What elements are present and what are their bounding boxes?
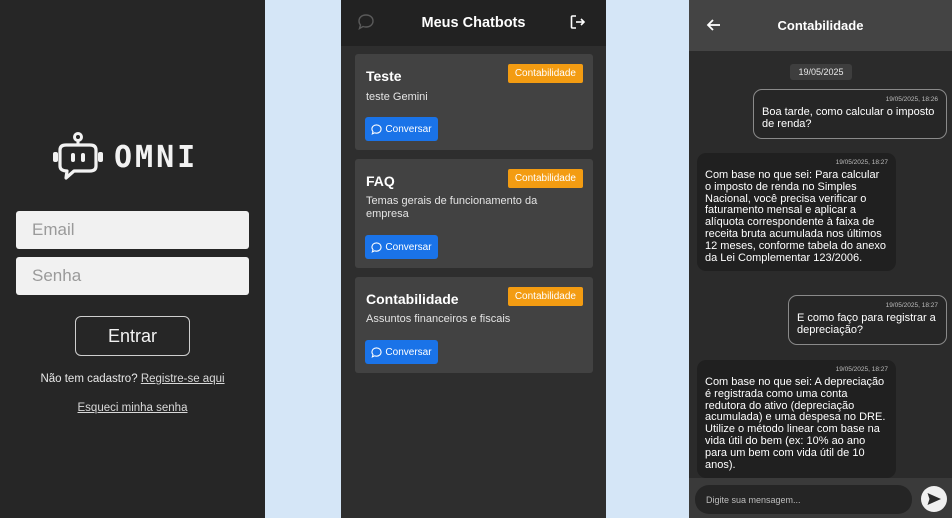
email-field[interactable]: [16, 211, 249, 249]
page-title: Meus Chatbots: [421, 15, 526, 31]
send-icon: [927, 493, 941, 505]
category-badge: Contabilidade: [507, 64, 583, 83]
message-text: Boa tarde, como calcular o imposto de re…: [762, 106, 935, 130]
password-field[interactable]: [16, 257, 249, 295]
conversar-button[interactable]: Conversar: [365, 340, 438, 364]
logout-icon[interactable]: [568, 12, 588, 32]
chatbot-card: Contabilidade Contabilidade Assuntos fin…: [355, 277, 593, 373]
send-button[interactable]: [921, 486, 947, 512]
message-text: E como faço para registrar a depreciação…: [797, 312, 936, 336]
message-composer: [689, 478, 952, 518]
message-text: Com base no que sei: Para calcular o imp…: [705, 169, 887, 264]
signup-row: Não tem cadastro? Registre-se aqui: [0, 373, 265, 385]
chat-bubble-icon: [356, 12, 376, 32]
chatbot-name: Contabilidade: [366, 291, 459, 307]
chatbot-name: Teste: [366, 68, 402, 84]
chatbot-description: teste Gemini: [366, 91, 428, 103]
conversar-button[interactable]: Conversar: [365, 117, 438, 141]
chatbot-name: FAQ: [366, 173, 395, 189]
message-icon: [371, 123, 383, 135]
conversar-label: Conversar: [385, 346, 432, 358]
chatbots-screen: Meus Chatbots Teste Contabilidade teste …: [341, 0, 606, 518]
chat-screen: Contabilidade 19/05/2025 19/05/2025, 18:…: [689, 0, 952, 518]
chatbot-card: FAQ Contabilidade Temas gerais de funcio…: [355, 159, 593, 268]
category-badge: Contabilidade: [507, 169, 583, 188]
chat-title: Contabilidade: [777, 18, 864, 33]
message-time: 19/05/2025, 18:27: [885, 302, 938, 309]
conversar-button[interactable]: Conversar: [365, 235, 438, 259]
signup-link[interactable]: Registre-se aqui: [141, 373, 225, 385]
brand-logo: OMNI: [52, 132, 198, 182]
forgot-password-link[interactable]: Esqueci minha senha: [78, 402, 188, 414]
message-text: Com base no que sei: A depreciação é reg…: [705, 376, 886, 471]
signup-prompt: Não tem cadastro?: [40, 373, 138, 385]
login-screen: OMNI Entrar Não tem cadastro? Registre-s…: [0, 0, 265, 518]
category-badge: Contabilidade: [507, 287, 583, 306]
conversar-label: Conversar: [385, 241, 432, 253]
conversar-label: Conversar: [385, 123, 432, 135]
list-header: Meus Chatbots: [341, 0, 606, 46]
login-button[interactable]: Entrar: [75, 316, 190, 356]
message-icon: [371, 241, 383, 253]
user-message: 19/05/2025, 18:26 Boa tarde, como calcul…: [753, 89, 947, 139]
message-time: 19/05/2025, 18:27: [835, 159, 888, 166]
date-separator: 19/05/2025: [790, 64, 852, 80]
message-time: 19/05/2025, 18:27: [835, 366, 888, 373]
message-icon: [371, 346, 383, 358]
chatbot-description: Assuntos financeiros e fiscais: [366, 313, 511, 325]
bot-message: 19/05/2025, 18:27 Com base no que sei: A…: [697, 360, 896, 479]
robot-chat-icon: [52, 132, 104, 182]
user-message: 19/05/2025, 18:27 E como faço para regis…: [788, 295, 947, 345]
forgot-row: Esqueci minha senha: [0, 402, 265, 414]
chatbot-card: Teste Contabilidade teste Gemini Convers…: [355, 54, 593, 150]
message-time: 19/05/2025, 18:26: [885, 96, 938, 103]
chat-header: Contabilidade: [689, 0, 952, 51]
message-input[interactable]: [695, 485, 912, 514]
back-arrow-icon[interactable]: [705, 16, 723, 34]
chatbot-description: Temas gerais de funcionamento da empresa: [366, 195, 538, 220]
bot-message: 19/05/2025, 18:27 Com base no que sei: P…: [697, 153, 896, 272]
brand-name: OMNI: [114, 139, 199, 175]
